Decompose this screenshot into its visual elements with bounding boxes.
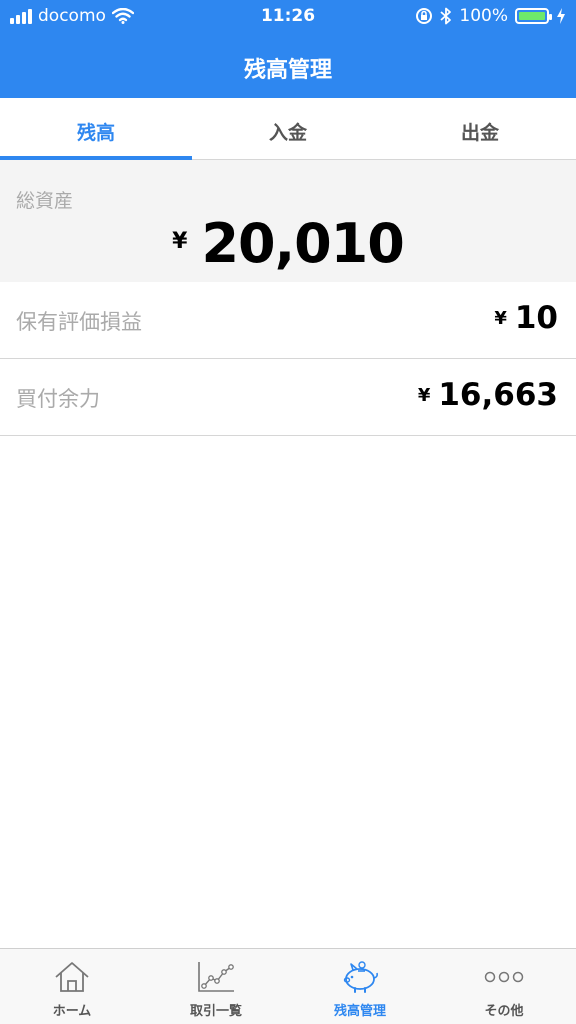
battery-percent: 100% <box>459 6 508 26</box>
more-dots-icon <box>484 971 524 983</box>
segment-tabs: 残高 入金 出金 <box>0 98 576 160</box>
total-assets-value: ¥20,010 <box>0 212 576 275</box>
charging-icon <box>557 8 565 24</box>
total-assets-panel: 総資産 ¥20,010 <box>0 160 576 282</box>
currency-symbol: ¥ <box>417 385 431 406</box>
unrealized-pl-label: 保有評価損益 <box>16 310 142 334</box>
buying-power-row: 買付余力 ¥16,663 <box>0 359 576 436</box>
total-assets-amount: 20,010 <box>201 212 404 275</box>
tab-withdraw[interactable]: 出金 <box>384 98 576 159</box>
home-icon <box>55 962 89 992</box>
unrealized-pl-value: ¥10 <box>494 300 558 336</box>
currency-symbol: ¥ <box>172 229 188 254</box>
rotation-lock-icon <box>416 8 433 24</box>
page-title: 残高管理 <box>243 58 332 83</box>
tabbar-item-trades[interactable]: 取引一覧 <box>144 949 288 1024</box>
chart-line-icon <box>198 962 234 992</box>
tabbar-label-trades: 取引一覧 <box>189 1004 242 1019</box>
nav-bar: 残高管理 <box>0 34 576 98</box>
tabbar-label-home: ホーム <box>52 1004 92 1019</box>
piggy-bank-icon <box>343 961 378 993</box>
tab-balance[interactable]: 残高 <box>0 98 192 160</box>
buying-power-label: 買付余力 <box>16 387 100 411</box>
status-right: 100% <box>415 6 566 26</box>
status-bar: docomo 11:26 100% <box>0 0 576 34</box>
bottom-tab-bar: ホーム 取引一覧 残高管理 その他 <box>0 948 576 1024</box>
tabbar-label-balance: 残高管理 <box>333 1004 386 1019</box>
battery-icon <box>515 8 552 24</box>
tabbar-item-home[interactable]: ホーム <box>0 949 144 1024</box>
buying-power-amount: 16,663 <box>438 377 558 413</box>
buying-power-value: ¥16,663 <box>418 377 558 413</box>
tabbar-label-more: その他 <box>484 1004 524 1019</box>
tab-deposit[interactable]: 入金 <box>192 98 384 159</box>
unrealized-pl-row: 保有評価損益 ¥10 <box>0 282 576 359</box>
bluetooth-icon <box>440 7 452 25</box>
total-assets-label: 総資産 <box>16 190 74 212</box>
unrealized-pl-amount: 10 <box>514 300 558 336</box>
tabbar-item-balance[interactable]: 残高管理 <box>288 949 432 1024</box>
tabbar-item-more[interactable]: その他 <box>432 949 576 1024</box>
currency-symbol: ¥ <box>494 308 507 329</box>
